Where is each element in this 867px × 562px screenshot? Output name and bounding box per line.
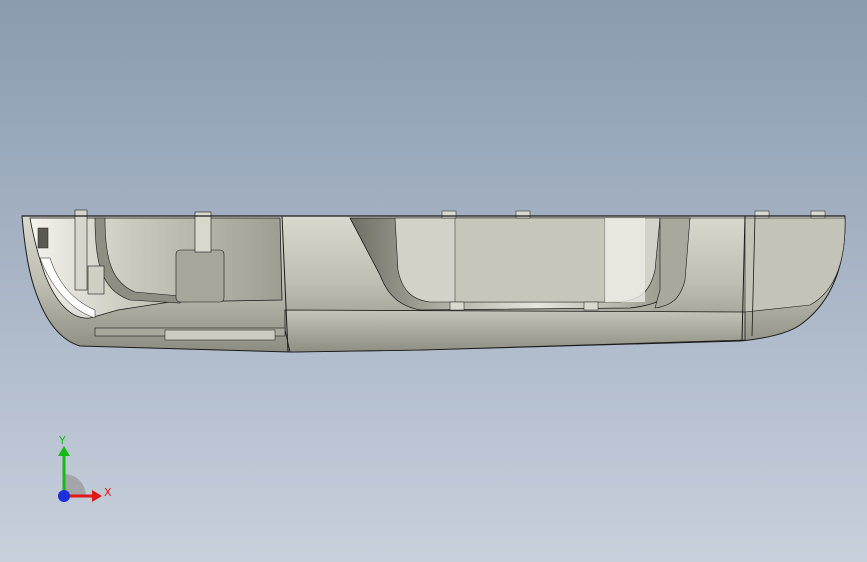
- z-axis-dot: [58, 490, 70, 502]
- rib-channel: [164, 329, 276, 341]
- cad-part-model[interactable]: [0, 0, 867, 562]
- standoff: [583, 301, 599, 311]
- bowl-back-wall: [454, 217, 606, 303]
- boss-post: [74, 209, 88, 291]
- standoff: [515, 210, 531, 219]
- y-axis-label: Y: [59, 434, 66, 447]
- cylinder-top: [194, 211, 212, 253]
- standoff: [441, 210, 457, 219]
- standoff: [449, 301, 465, 311]
- standoff: [810, 210, 826, 219]
- slot-window: [37, 227, 49, 249]
- bowl-highlight: [605, 218, 645, 302]
- coordinate-triad: Y X: [44, 434, 120, 512]
- triad-graphic: [58, 446, 102, 502]
- x-axis-arrowhead: [92, 490, 102, 502]
- y-axis-arrowhead: [58, 446, 70, 456]
- x-axis-label: X: [104, 486, 112, 499]
- standoff: [754, 210, 770, 219]
- graphics-viewport[interactable]: Y X: [0, 0, 867, 562]
- cylinder-boss: [175, 249, 225, 303]
- bottom-plate: [284, 309, 746, 353]
- boss-post: [87, 265, 105, 295]
